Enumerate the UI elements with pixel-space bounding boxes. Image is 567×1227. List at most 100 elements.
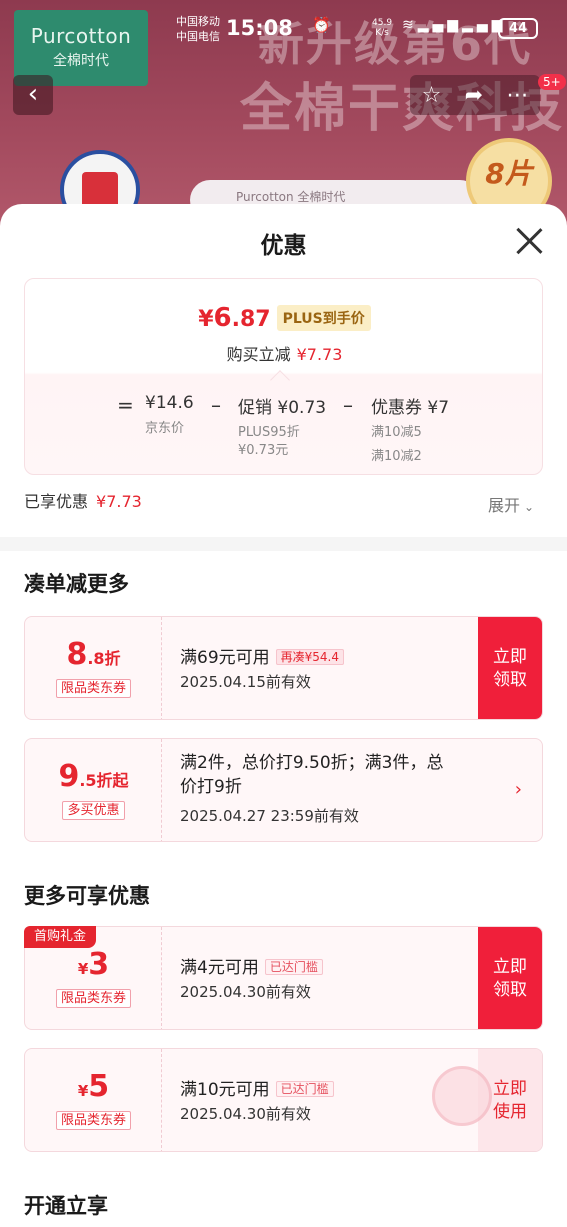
equals-sign: = — [117, 393, 134, 417]
final-price: ¥6.87 — [198, 303, 270, 333]
coupon-sub-2: 满10减2 — [371, 449, 422, 464]
reduce-amount: ¥7.73 — [296, 345, 343, 364]
first-purchase-tag: 首购礼金 — [24, 926, 96, 948]
claim-label-2: 领取 — [493, 980, 527, 1000]
claim-label-1: 立即 — [493, 647, 527, 667]
section-title-membership: 开通立享 — [24, 1194, 108, 1218]
section-divider — [0, 537, 567, 551]
coupon-condition: 满69元可用 再凑¥54.4 — [180, 643, 344, 668]
offer-amount-small: .5折起 — [79, 771, 129, 790]
coupon-amount-big: 8 — [66, 637, 88, 672]
expand-label: 展开 — [488, 496, 521, 515]
coupon-expiry: 2025.04.30前有效 — [180, 983, 311, 1001]
coupon-perforation — [161, 1049, 162, 1151]
package-label: Purcotton 全棉时代 — [236, 190, 346, 204]
coupon-condition-text: 满10元可用 — [180, 1080, 270, 1100]
offer-amount-big: 9 — [58, 759, 80, 794]
status-time: 15:08 — [226, 16, 293, 40]
signal-icons: ≋▂▄▆▂▄▆ — [402, 17, 506, 33]
close-icon[interactable] — [514, 226, 544, 256]
offer-expiry: 2025.04.27 23:59前有效 — [180, 807, 359, 825]
section-title-more-offers: 更多可享优惠 — [24, 884, 150, 908]
coupon-condition: 满10元可用 已达门槛 — [180, 1075, 334, 1100]
final-price-decimal: .87 — [231, 307, 271, 332]
system-icons: ⏰ — [312, 16, 337, 34]
coupon-sub-1: 满10减5 — [371, 425, 422, 440]
offer-condition-line-1: 满2件，总价打9.50折；满3件，总 — [180, 753, 444, 773]
coupon-condition-text: 满69元可用 — [180, 648, 270, 668]
coupon-perforation — [161, 617, 162, 719]
claim-coupon-button[interactable]: 立即 领取 — [478, 617, 542, 719]
offer-condition: 满2件，总价打9.50折；满3件，总 价打9折 — [180, 751, 443, 799]
wifi-icon: ≋ — [402, 17, 418, 33]
chevron-down-icon: ⌄ — [524, 500, 535, 514]
expand-button[interactable]: 展开 ⌄ — [488, 492, 534, 516]
coupon-card: 8.8折 限品类东券 满69元可用 再凑¥54.4 2025.04.15前有效 立… — [24, 616, 543, 720]
coupon-type-tag: 限品类东券 — [55, 989, 131, 1008]
plus-price-tag: PLUS到手价 — [276, 305, 371, 331]
coupon-yen: ¥ — [77, 1082, 89, 1100]
claim-label-1: 立即 — [493, 957, 527, 977]
coupon-perforation — [161, 927, 162, 1029]
cart-badge: 5+ — [538, 74, 566, 90]
coupon-amount: 8.8折 — [25, 637, 162, 672]
carrier-1: 中国移动 — [176, 15, 220, 28]
chevron-left-icon: ‹ — [27, 79, 39, 109]
final-price-row: ¥6.87 PLUS到手价 — [25, 303, 544, 333]
signal-4g-icon: ▂▄▆ — [417, 17, 463, 33]
share-icon[interactable]: ➦ — [465, 83, 483, 108]
coupon-perforation — [161, 739, 162, 841]
alarm-icon: ⏰ — [312, 16, 337, 34]
coupon-card: ¥3 限品类东券 满4元可用 已达门槛 2025.04.30前有效 立即领取 — [24, 926, 543, 1030]
offer-condition-line-2: 价打9折 — [180, 777, 242, 797]
multi-buy-offer-card[interactable]: 9.5折起 多买优惠 满2件，总价打9.50折；满3件，总 价打9折 2025.… — [24, 738, 543, 842]
coupon-condition-tag: 再凑¥54.4 — [275, 649, 344, 665]
section-title-more-savings: 凑单减更多 — [24, 572, 129, 596]
coupon-type-tag: 限品类东券 — [55, 1111, 131, 1130]
claim-coupon-button[interactable]: 立即 领取 — [478, 927, 542, 1029]
price-summary-card: ¥6.87 PLUS到手价 购买立减 ¥7.73 = ¥14.6 京东价 – 促销 … — [24, 278, 543, 475]
coupon-amount: ¥3 — [25, 947, 162, 982]
coupon-type-tag: 限品类东券 — [55, 679, 131, 698]
currency-symbol: ¥ — [198, 307, 214, 332]
coupon-condition-text: 满4元可用 — [180, 958, 259, 978]
coupon-amount-small: .8折 — [87, 649, 121, 668]
carrier-2: 中国电信 — [176, 30, 220, 43]
minus-sign-1: – — [211, 393, 221, 417]
jd-price: ¥14.6 — [145, 393, 194, 413]
battery-indicator: 44 — [498, 18, 538, 39]
network-speed-unit: K/s — [375, 28, 389, 38]
final-price-integer: 6 — [213, 303, 232, 333]
star-icon[interactable]: ☆ — [422, 83, 442, 108]
chevron-right-icon: › — [514, 779, 522, 800]
more-icon[interactable]: ⋯ — [506, 83, 528, 108]
coupon-expiry: 2025.04.30前有效 — [180, 1105, 311, 1123]
card-notch — [270, 370, 290, 390]
promo-sub-1: PLUS95折 — [238, 425, 300, 440]
promo-discount: 促销 ¥0.73 — [238, 398, 327, 418]
sheet-title: 优惠 — [260, 233, 307, 259]
offer-amount: 9.5折起 — [25, 759, 162, 794]
network-speed-value: 45.9 — [372, 18, 393, 28]
saved-amount: ¥7.73 — [96, 492, 142, 511]
reduce-label: 购买立减 — [226, 345, 291, 364]
carrier-info: 中国移动 中国电信 — [176, 14, 220, 44]
top-action-bar: ☆ ➦ ⋯ — [410, 75, 540, 115]
back-button[interactable]: ‹ — [13, 75, 53, 115]
coupon-amount-big: 3 — [88, 947, 110, 982]
claim-label-2: 领取 — [493, 670, 527, 690]
minus-sign-2: – — [343, 393, 353, 417]
coupon-amount: ¥5 — [25, 1069, 162, 1104]
coupon-discount: 优惠券 ¥7 — [371, 398, 450, 418]
discount-sheet: 优惠 ¥6.87 PLUS到手价 购买立减 ¥7.73 = ¥14.6 京东价 – … — [0, 204, 567, 1227]
network-speed: 45.9 K/s — [372, 18, 392, 38]
coupon-condition-tag: 已达门槛 — [264, 959, 323, 975]
promo-sub-2: ¥0.73元 — [238, 443, 289, 458]
coupon-condition-tag: 已达门槛 — [275, 1081, 334, 1097]
jd-price-label: 京东价 — [145, 421, 185, 436]
saved-total-row: 已享优惠 ¥7.73 — [24, 488, 142, 512]
coupon-expiry: 2025.04.15前有效 — [180, 673, 311, 691]
instant-reduce-row: 购买立减 ¥7.73 — [25, 341, 544, 365]
offer-type-tag: 多买优惠 — [62, 801, 125, 820]
coupon-condition: 满4元可用 已达门槛 — [180, 953, 323, 978]
